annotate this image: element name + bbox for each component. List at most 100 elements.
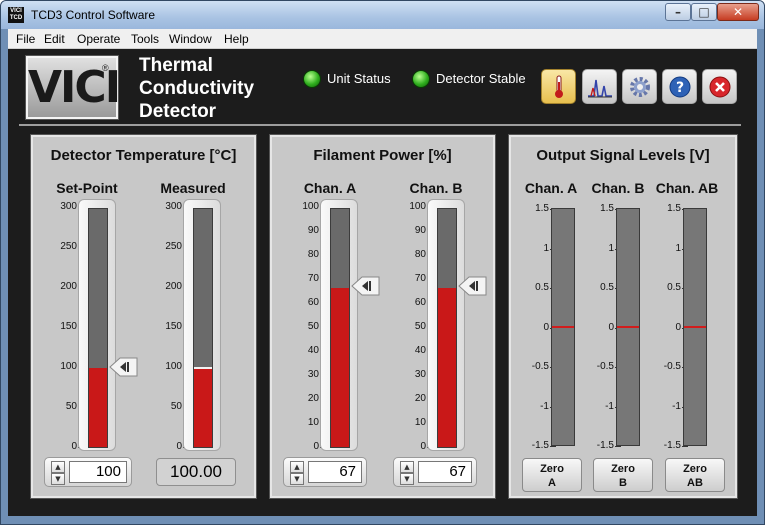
output-ab-bar xyxy=(683,208,707,446)
tick-label: 60 xyxy=(307,297,319,308)
tick-label: 30 xyxy=(307,369,319,380)
filament-b-input[interactable]: 67 xyxy=(418,461,472,483)
tick-label: 1.5 xyxy=(535,203,549,214)
menu-bar: File Edit Operate Tools Window Help xyxy=(8,29,757,49)
measured-fill xyxy=(194,367,212,447)
tick-label: 100 xyxy=(302,201,319,212)
measured-level-line xyxy=(194,366,212,369)
tick-label: 60 xyxy=(414,297,426,308)
window-close-button[interactable]: ✕ xyxy=(717,3,759,21)
menu-file[interactable]: File xyxy=(16,32,35,46)
setpoint-decrement[interactable]: ▼ xyxy=(51,473,65,485)
tick-label: -1.5 xyxy=(596,440,614,451)
measured-value: 100.00 xyxy=(170,462,222,481)
tick-label: 10 xyxy=(307,417,319,428)
filament-b-label: Chan. B xyxy=(409,180,463,196)
tick-label: 0 xyxy=(420,441,426,452)
menu-window[interactable]: Window xyxy=(169,32,212,46)
tick-label: 300 xyxy=(60,201,77,212)
tick-label: 150 xyxy=(165,321,182,332)
tick-label: 20 xyxy=(414,393,426,404)
zero-b-button[interactable]: Zero B xyxy=(593,458,653,492)
filament-b-slider-handle[interactable] xyxy=(457,276,487,296)
tick-label: 1.5 xyxy=(667,203,681,214)
tick-label: 80 xyxy=(414,249,426,260)
zero-a-button[interactable]: Zero A xyxy=(522,458,582,492)
filament-a-input[interactable]: 67 xyxy=(308,461,362,483)
tick-label: 0 xyxy=(675,322,681,333)
filament-b-slider-track[interactable] xyxy=(427,199,465,451)
filament-b-increment[interactable]: ▲ xyxy=(400,461,414,473)
tick-label: 1 xyxy=(675,243,681,254)
zero-b-line-2: B xyxy=(619,477,627,489)
zero-ab-line-2: AB xyxy=(687,477,703,489)
tick-label: -1 xyxy=(540,401,549,412)
maximize-button[interactable]: □ xyxy=(691,3,717,21)
temperature-view-button[interactable] xyxy=(541,69,576,104)
tick-label: 150 xyxy=(60,321,77,332)
app-icon: VICI TCD xyxy=(8,7,24,23)
tick-label: 0 xyxy=(313,441,319,452)
zero-a-line-1: Zero xyxy=(540,463,564,475)
app-title-line-1: Thermal xyxy=(139,55,213,76)
output-a-level xyxy=(552,326,574,328)
tick-label: 50 xyxy=(307,321,319,332)
tick-label: 0 xyxy=(176,441,182,452)
settings-button[interactable] xyxy=(622,69,657,104)
tick-label: -1.5 xyxy=(663,440,681,451)
filament-b-tank xyxy=(437,208,457,448)
tick-label: 30 xyxy=(414,369,426,380)
exit-button[interactable] xyxy=(702,69,737,104)
chromatogram-view-button[interactable] xyxy=(582,69,617,104)
menu-tools[interactable]: Tools xyxy=(131,32,159,46)
setpoint-slider-handle[interactable] xyxy=(108,357,138,377)
filament-a-label: Chan. A xyxy=(303,180,357,196)
output-a-label: Chan. A xyxy=(524,180,578,196)
tick-label: 0.5 xyxy=(600,282,614,293)
unit-status-label: Unit Status xyxy=(327,71,391,86)
major-tick xyxy=(682,446,688,447)
unit-status-led xyxy=(303,70,321,88)
window-bottom-frame xyxy=(1,516,764,524)
menu-operate[interactable]: Operate xyxy=(77,32,120,46)
setpoint-input[interactable]: 100 xyxy=(69,461,127,483)
setpoint-increment[interactable]: ▲ xyxy=(51,461,65,473)
tick-label: -0.5 xyxy=(596,361,614,372)
tick-label: 200 xyxy=(60,281,77,292)
output-panel-title: Output Signal Levels [V] xyxy=(536,147,710,164)
filament-b-decrement[interactable]: ▼ xyxy=(400,473,414,485)
zero-ab-button[interactable]: Zero AB xyxy=(665,458,725,492)
title-bar: VICI TCD TCD3 Control Software – □ ✕ xyxy=(1,1,764,29)
logo-text: VICI xyxy=(28,62,121,113)
filament-a-slider-track[interactable] xyxy=(320,199,358,451)
help-icon: ? xyxy=(669,76,690,98)
zero-a-line-2: A xyxy=(548,477,556,489)
filament-panel-title: Filament Power [%] xyxy=(313,147,452,164)
menu-edit[interactable]: Edit xyxy=(44,32,65,46)
tick-label: 90 xyxy=(307,225,319,236)
filament-b-fill xyxy=(438,287,456,447)
filament-a-control: ▲ ▼ 67 xyxy=(283,457,367,487)
tick-label: 100 xyxy=(165,361,182,372)
tick-label: 1.5 xyxy=(600,203,614,214)
setpoint-slider-track[interactable] xyxy=(78,199,116,451)
registered-mark: ® xyxy=(102,63,109,73)
chromatogram-icon xyxy=(587,79,612,98)
vici-logo: VICI ® xyxy=(25,55,121,120)
major-tick xyxy=(615,446,621,447)
thermometer-icon xyxy=(554,75,563,98)
app-title-line-3: Detector xyxy=(139,101,217,122)
help-button[interactable]: ? xyxy=(662,69,697,104)
minimize-button[interactable]: – xyxy=(665,3,691,21)
filament-a-decrement[interactable]: ▼ xyxy=(290,473,304,485)
filament-a-increment[interactable]: ▲ xyxy=(290,461,304,473)
zero-b-line-1: Zero xyxy=(611,463,635,475)
menu-help[interactable]: Help xyxy=(224,32,249,46)
measured-label: Measured xyxy=(160,180,226,196)
setpoint-tank xyxy=(88,208,108,448)
setpoint-label: Set-Point xyxy=(56,180,118,196)
filament-a-slider-handle[interactable] xyxy=(350,276,380,296)
app-title-line-2: Conductivity xyxy=(139,78,255,99)
output-a-bar xyxy=(551,208,575,446)
tick-label: 1 xyxy=(608,243,614,254)
